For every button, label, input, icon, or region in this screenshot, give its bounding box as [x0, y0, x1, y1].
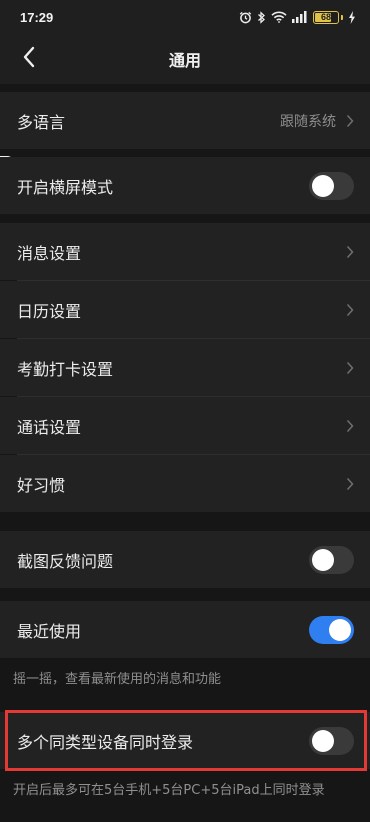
landscape-mode-row: 开启横屏模式	[0, 157, 370, 214]
nav-bar: 通用	[0, 34, 370, 84]
recent-use-label: 最近使用	[17, 621, 82, 641]
language-label: 多语言	[17, 112, 66, 132]
attendance-settings-label: 考勤打卡设置	[17, 359, 114, 379]
chevron-right-icon	[346, 114, 354, 128]
back-arrow-icon	[22, 46, 36, 72]
chevron-right-icon	[346, 303, 354, 317]
back-button[interactable]	[14, 44, 44, 74]
battery-icon: 68	[313, 10, 343, 24]
language-value: 跟随系统	[280, 113, 336, 130]
screenshot-feedback-toggle[interactable]	[309, 545, 354, 574]
calendar-settings-label: 日历设置	[17, 301, 82, 321]
call-settings-label: 通话设置	[17, 417, 82, 437]
page-title: 通用	[168, 51, 201, 70]
good-habits-row[interactable]: 好习惯	[0, 455, 370, 512]
screenshot-feedback-label: 截图反馈问题	[17, 551, 114, 571]
call-settings-row[interactable]: 通话设置	[0, 397, 370, 454]
chevron-right-icon	[346, 477, 354, 491]
recent-use-hint: 摇一摇，查看最新使用的消息和功能	[13, 672, 222, 687]
battery-level: 68	[320, 11, 331, 22]
status-bar: 17:29 68	[0, 0, 370, 34]
highlight-box	[5, 710, 367, 771]
alarm-icon	[239, 11, 252, 24]
status-icons: 68	[239, 10, 356, 24]
landscape-mode-label: 开启横屏模式	[17, 177, 114, 197]
chevron-right-icon	[346, 245, 354, 259]
message-settings-label: 消息设置	[17, 243, 82, 263]
recent-use-toggle[interactable]	[309, 615, 354, 644]
good-habits-label: 好习惯	[17, 475, 66, 495]
screenshot-feedback-row: 截图反馈问题	[0, 531, 370, 588]
language-row[interactable]: 多语言 跟随系统	[0, 92, 370, 149]
attendance-settings-row[interactable]: 考勤打卡设置	[0, 339, 370, 396]
multi-device-login-hint: 开启后最多可在5台手机+5台PC+5台iPad上同时登录	[13, 783, 325, 798]
message-settings-row[interactable]: 消息设置	[0, 223, 370, 280]
status-time: 17:29	[20, 9, 54, 25]
cellular-signal-icon	[292, 11, 308, 23]
chevron-right-icon	[346, 361, 354, 375]
bluetooth-icon	[257, 10, 266, 24]
chevron-right-icon	[346, 419, 354, 433]
landscape-mode-toggle[interactable]	[309, 171, 354, 200]
charging-icon	[348, 10, 356, 24]
wifi-icon	[271, 11, 287, 23]
recent-use-row: 最近使用	[0, 601, 370, 658]
calendar-settings-row[interactable]: 日历设置	[0, 281, 370, 338]
